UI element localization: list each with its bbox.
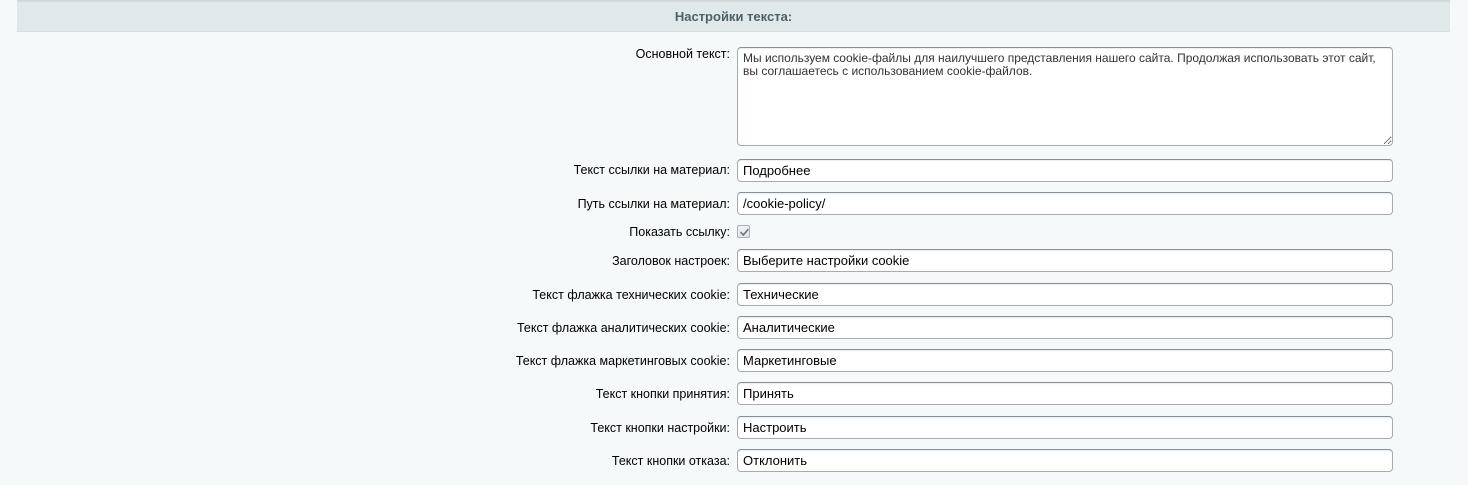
link-path-label: Путь ссылки на материал: (577, 197, 730, 211)
link-path-input[interactable] (737, 192, 1393, 215)
settings-button-text-label: Текст кнопки настройки: (590, 421, 730, 435)
technical-flag-label: Текст флажка технических cookie: (532, 288, 730, 302)
settings-title-input[interactable] (737, 249, 1393, 272)
decline-button-text-input[interactable] (737, 449, 1393, 472)
settings-title-label: Заголовок настроек: (612, 254, 730, 268)
main-text-label: Основной текст: (635, 47, 730, 61)
analytics-flag-label: Текст флажка аналитических cookie: (516, 321, 730, 335)
accept-button-text-input[interactable] (737, 382, 1393, 405)
settings-button-text-input[interactable] (737, 416, 1393, 439)
section-header: Настройки текста: (17, 3, 1450, 32)
link-text-label: Текст ссылки на материал: (573, 163, 730, 177)
analytics-flag-input[interactable] (737, 316, 1393, 339)
technical-flag-input[interactable] (737, 283, 1393, 306)
check-icon (740, 228, 749, 236)
marketing-flag-input[interactable] (737, 349, 1393, 372)
marketing-flag-label: Текст флажка маркетинговых cookie: (515, 354, 730, 368)
show-link-label: Показать ссылку: (629, 225, 730, 239)
show-link-checkbox[interactable] (737, 225, 750, 238)
decline-button-text-label: Текст кнопки отказа: (611, 454, 730, 468)
link-text-input[interactable] (737, 159, 1393, 182)
main-text-textarea[interactable]: Мы используем cookie-файлы для наилучшег… (737, 47, 1393, 146)
accept-button-text-label: Текст кнопки принятия: (595, 387, 730, 401)
